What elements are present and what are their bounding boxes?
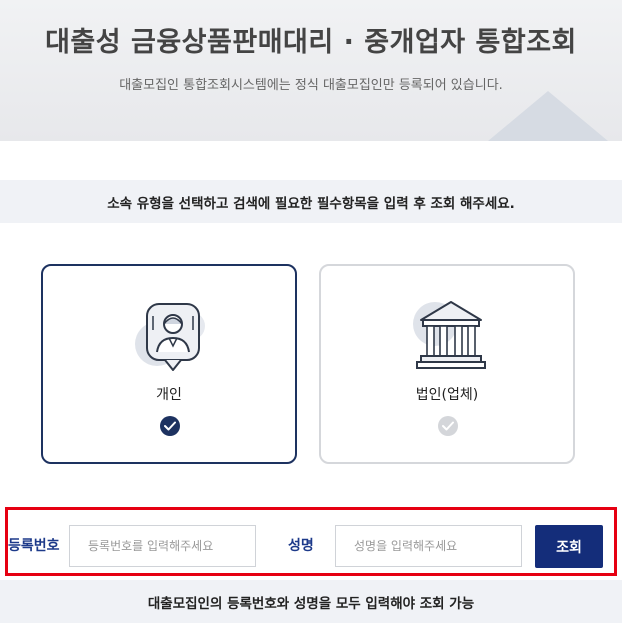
header-decoration xyxy=(488,91,608,141)
search-form: 등록번호 성명 조회 xyxy=(5,507,617,576)
type-card-corporate[interactable]: 법인(업체) xyxy=(319,264,575,464)
person-icon xyxy=(129,296,213,376)
guide-banner: 소속 유형을 선택하고 검색에 필요한 필수항목을 입력 후 조회 해주세요. xyxy=(0,180,622,223)
building-icon xyxy=(407,296,491,376)
page-title: 대출성 금융상품판매대리 · 중개업자 통합조회 xyxy=(45,27,577,58)
notice-text: 대출모집인의 등록번호와 성명을 모두 입력해야 조회 가능 xyxy=(147,595,475,612)
name-input[interactable] xyxy=(335,525,522,567)
registration-number-label: 등록번호 xyxy=(8,538,60,554)
name-label: 성명 xyxy=(288,538,314,554)
type-label-corporate: 법인(업체) xyxy=(415,387,479,403)
type-card-personal[interactable]: 개인 xyxy=(41,264,297,464)
guide-text: 소속 유형을 선택하고 검색에 필요한 필수항목을 입력 후 조회 해주세요. xyxy=(107,195,515,212)
type-label-personal: 개인 xyxy=(156,387,182,403)
search-button[interactable]: 조회 xyxy=(535,525,603,568)
page-header: 대출성 금융상품판매대리 · 중개업자 통합조회 대출모집인 통합조회시스템에는… xyxy=(0,0,622,141)
registration-number-input[interactable] xyxy=(69,525,256,567)
notice-banner: 대출모집인의 등록번호와 성명을 모두 입력해야 조회 가능 xyxy=(0,580,622,623)
check-icon xyxy=(438,416,458,436)
check-icon xyxy=(160,416,180,436)
